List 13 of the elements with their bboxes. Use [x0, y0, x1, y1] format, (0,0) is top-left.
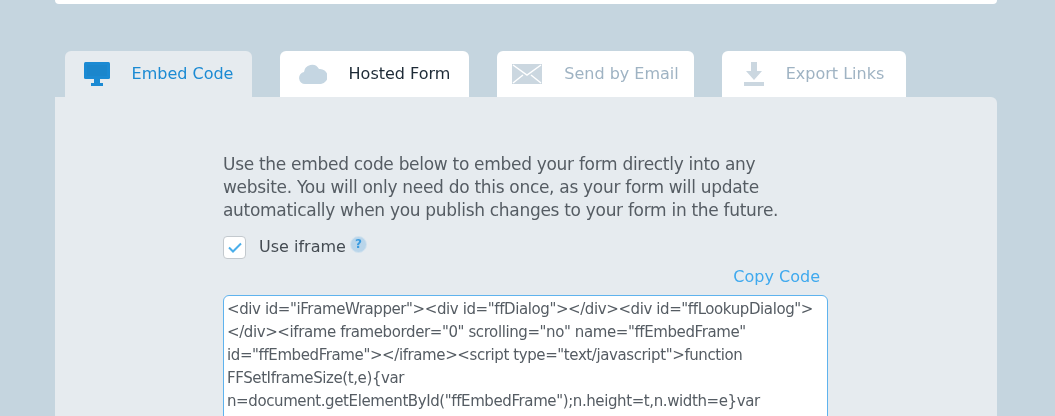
- download-icon: [743, 62, 764, 86]
- tab[interactable]: Embed Code: [65, 51, 252, 97]
- monitor-icon: [83, 62, 110, 86]
- tab[interactable]: Hosted Form: [280, 51, 469, 97]
- copy-code-link[interactable]: Copy Code: [733, 265, 820, 289]
- description: Use the embed code below to embed your form directly into any website. You will only need do this once, as your form will update automatically when you publish changes to your form in the future.: [223, 153, 780, 222]
- envelope-icon: [512, 64, 543, 84]
- code-textarea[interactable]: <div id="iFrameWrapper"><div id="ffDialog"></div><div id="ffLookupDialog"> </div><iframe frameborder="0" scrolling="no" name="ffEmbedFrame" id="ffEmbedFrame"></iframe><script type="text/javascript">function FFSetIframeSize(t,e){var n=document.getElementById("ffEmbedFrame");n.height=t,n.width=e}var: [223, 295, 828, 416]
- checkbox[interactable]: [223, 235, 246, 259]
- check-icon: [227, 241, 242, 253]
- help-badge[interactable]: ?: [349, 235, 367, 253]
- cloud-icon: [298, 64, 327, 84]
- checkbox-label: Use iframe: [259, 236, 346, 258]
